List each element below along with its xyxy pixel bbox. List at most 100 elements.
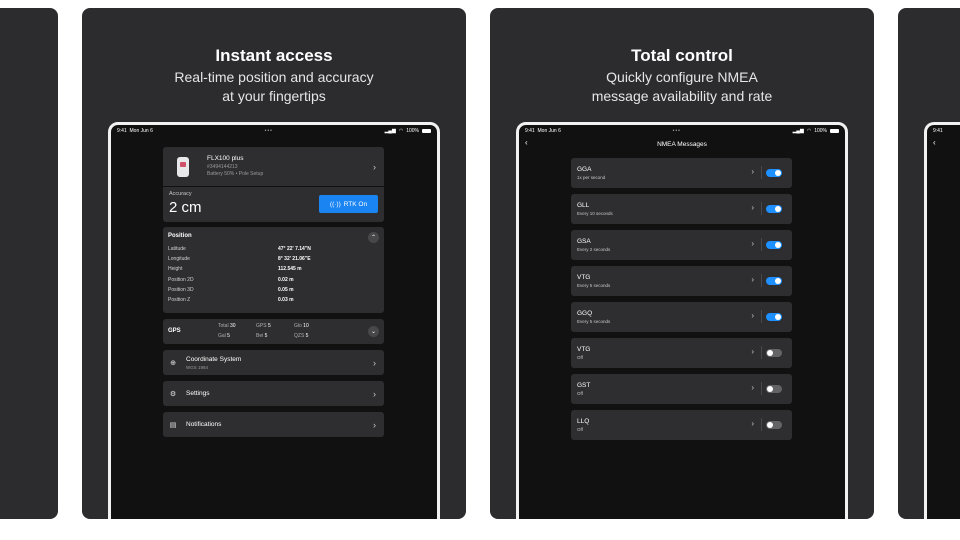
nmea-message-row[interactable]: VTG Every 5 seconds › xyxy=(571,266,792,296)
card-subtitle: Real-time position and accuracy at your … xyxy=(174,69,374,104)
chevron-right-icon: › xyxy=(373,161,376,172)
back-chevron-icon[interactable]: ‹ xyxy=(525,138,528,147)
device-name: FLX100 plus xyxy=(207,155,244,162)
chevron-right-icon: › xyxy=(373,357,376,368)
chevron-right-icon: › xyxy=(751,275,754,284)
gps-stats: Total 30 GPS 5 Glo 10 Gal 5 Bei 5 QZS 5 xyxy=(218,323,332,339)
multitask-dots: ••• xyxy=(672,128,681,134)
position-key: Position 2D xyxy=(168,276,194,283)
status-bar: 9:41 Mon Jun 6 ••• ▂▄▆ ◠ 100% xyxy=(519,125,845,137)
nmea-message-rate: 1x per second xyxy=(577,175,606,180)
position-key: Position 3D xyxy=(168,286,194,293)
chevron-right-icon: › xyxy=(373,419,376,430)
position-row: Position 2D 0.02 m xyxy=(168,277,379,287)
signal-icon: ▂▄▆ xyxy=(792,128,804,134)
gps-stat-value: 5 xyxy=(305,333,309,339)
total-control-card: Total control Quickly configure NMEA mes… xyxy=(490,8,874,519)
enable-toggle[interactable] xyxy=(766,385,782,393)
rtk-button[interactable]: ((·)) RTK On xyxy=(319,195,378,213)
menu-texts: Coordinate System WGS 1984 xyxy=(186,356,241,370)
gps-stat-value: 5 xyxy=(267,323,271,329)
status-bar: 9:41 xyxy=(927,125,960,137)
menu-texts: Notifications xyxy=(186,421,221,428)
position-key: Position Z xyxy=(168,296,191,303)
divider xyxy=(761,202,762,215)
nmea-message-name: VTG xyxy=(577,274,591,281)
chevron-right-icon: › xyxy=(751,383,754,392)
position-rows: Latitude 47° 22' 7.14"N Longitude 8° 32' 21… xyxy=(168,246,379,307)
position-row: Position 3D 0.05 m xyxy=(168,287,379,297)
gps-panel[interactable]: GPS Total 30 GPS 5 Glo 10 Gal 5 Bei 5 QZS 5 ⌄ xyxy=(163,319,384,344)
card-title: Instant access xyxy=(215,46,333,65)
gps-stat-value: 30 xyxy=(229,323,236,329)
nmea-message-row[interactable]: LLQ Off › xyxy=(571,410,792,440)
nmea-message-name: GST xyxy=(577,382,591,389)
gps-stat: Bei 5 xyxy=(256,333,294,339)
enable-toggle[interactable] xyxy=(766,241,782,249)
device-serial: #3494144213 xyxy=(207,164,238,170)
position-value: 0.05 m xyxy=(278,286,294,293)
nmea-message-rate: Every 10 seconds xyxy=(577,211,613,216)
enable-toggle[interactable] xyxy=(766,313,782,321)
nmea-message-row[interactable]: GLL Every 10 seconds › xyxy=(571,194,792,224)
nmea-message-list: GGA 1x per second › GLL Every 10 seconds › GSA… xyxy=(571,158,792,446)
nmea-message-row[interactable]: GSA Every 2 seconds › xyxy=(571,230,792,260)
enable-toggle[interactable] xyxy=(766,349,782,357)
nmea-message-row[interactable]: GGQ Every 5 seconds › xyxy=(571,302,792,332)
battery-icon xyxy=(829,129,839,133)
wifi-icon: ◠ xyxy=(398,128,404,134)
divider xyxy=(761,238,762,251)
gps-stat-label: Total xyxy=(218,323,229,329)
next-screenshot-card[interactable]: 9:41 ‹ xyxy=(898,8,960,519)
menu-item-settings[interactable]: ⚙ Settings › xyxy=(163,381,384,406)
nav-bar: ‹ NMEA Messages xyxy=(519,137,845,151)
multitask-dots: ••• xyxy=(264,128,273,134)
gps-stat: GPS 5 xyxy=(256,323,294,329)
enable-toggle[interactable] xyxy=(766,169,782,177)
chevron-right-icon: › xyxy=(373,388,376,399)
previous-screenshot-card[interactable] xyxy=(0,8,58,519)
menu-item-notifications[interactable]: ▤ Notifications › xyxy=(163,412,384,437)
gps-stat-value: 5 xyxy=(227,333,230,339)
chevron-up-icon[interactable]: ⌃ xyxy=(368,232,379,243)
gps-stat-value: 5 xyxy=(264,333,268,339)
position-title: Position xyxy=(168,233,192,239)
enable-toggle[interactable] xyxy=(766,421,782,429)
chevron-right-icon: › xyxy=(751,203,754,212)
status-time: 9:41 xyxy=(525,128,535,134)
chevron-right-icon: › xyxy=(751,419,754,428)
divider xyxy=(761,418,762,431)
gps-stat: QZS 5 xyxy=(294,333,332,339)
tablet-screen: 9:41 ‹ xyxy=(924,122,960,519)
nmea-message-rate: Every 5 seconds xyxy=(577,283,611,288)
gps-stat: Gal 5 xyxy=(218,333,256,339)
position-key: Height xyxy=(168,266,183,273)
menu-item-label: Coordinate System xyxy=(186,355,242,363)
menu-list: ⊕ Coordinate System WGS 1984 › ⚙ Settings › ▤ No… xyxy=(163,350,384,437)
menu-item-coordinate-system[interactable]: ⊕ Coordinate System WGS 1984 › xyxy=(163,350,384,375)
receiver-device-icon xyxy=(177,156,189,177)
screenshot-gallery: Instant access Real-time position and ac… xyxy=(0,0,960,540)
position-row: Longitude 8° 32' 21.06"E xyxy=(168,256,379,266)
nmea-message-name: GSA xyxy=(577,238,591,245)
position-value: 0.02 m xyxy=(278,276,294,283)
nmea-message-rate: Every 2 seconds xyxy=(577,247,611,252)
enable-toggle[interactable] xyxy=(766,277,782,285)
nmea-message-row[interactable]: VTG Off › xyxy=(571,338,792,368)
device-row[interactable]: FLX100 plus #3494144213 Battery 50% • Po… xyxy=(163,147,384,186)
nmea-message-rate: Off xyxy=(577,355,583,360)
back-chevron-icon[interactable]: ‹ xyxy=(933,138,936,147)
menu-item-subtitle: WGS 1984 xyxy=(186,364,209,370)
accuracy-panel: Accuracy 2 cm ((·)) RTK On xyxy=(163,186,384,222)
chevron-down-icon[interactable]: ⌄ xyxy=(368,326,379,337)
nmea-message-row[interactable]: GGA 1x per second › xyxy=(571,158,792,188)
nmea-message-name: GGQ xyxy=(577,310,593,317)
divider xyxy=(761,382,762,395)
enable-toggle[interactable] xyxy=(766,205,782,213)
gps-stat: Total 30 xyxy=(218,323,256,329)
globe-icon: ⊕ xyxy=(170,359,176,367)
position-value: 112.545 m xyxy=(278,266,302,273)
position-panel: Position ⌃ Latitude 47° 22' 7.14"N Longitu… xyxy=(163,227,384,313)
nmea-message-name: GLL xyxy=(577,202,590,209)
nmea-message-row[interactable]: GST Off › xyxy=(571,374,792,404)
